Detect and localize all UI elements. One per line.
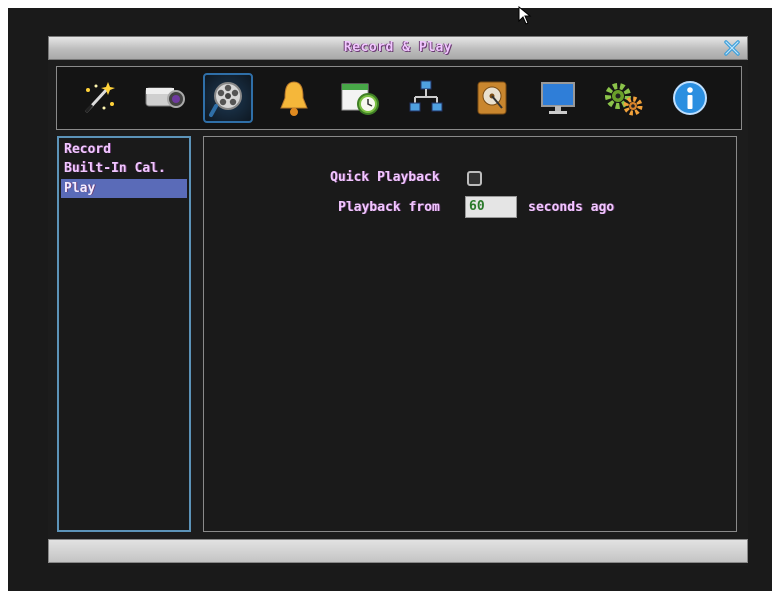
camera-icon xyxy=(145,87,185,108)
play-settings-panel: Quick Playback Playback from 60 seconds … xyxy=(203,136,737,532)
status-bar xyxy=(48,539,748,563)
info-icon xyxy=(673,81,707,115)
mouse-cursor-icon xyxy=(518,6,532,25)
toolbar-alarm-button[interactable] xyxy=(269,73,319,123)
window-title: Record & Play xyxy=(343,40,453,55)
toolbar-display-button[interactable] xyxy=(533,73,583,123)
settings-sidebar: Record Built-In Cal. Play xyxy=(57,136,191,532)
toolbar-schedule-button[interactable] xyxy=(335,73,385,123)
close-icon[interactable] xyxy=(723,39,741,57)
toolbar-settings-button[interactable] xyxy=(599,73,649,123)
settings-icon xyxy=(605,83,643,116)
title-bar: Record & Play xyxy=(48,36,748,60)
toolbar-wizard-button[interactable] xyxy=(73,73,123,123)
quick-playback-label: Quick Playback xyxy=(330,170,440,185)
record-play-window: Record & Play Record Built-In Cal. Play … xyxy=(48,36,748,566)
quick-playback-checkbox[interactable] xyxy=(467,171,482,186)
toolbar-info-button[interactable] xyxy=(665,73,715,123)
toolbar-record-play-button[interactable] xyxy=(203,73,253,123)
alarm-bell-icon xyxy=(280,81,308,116)
schedule-icon xyxy=(341,83,379,115)
toolbar-camera-button[interactable] xyxy=(139,73,189,123)
toolbar-network-button[interactable] xyxy=(401,73,451,123)
playback-seconds-input[interactable]: 60 xyxy=(465,196,517,218)
wizard-icon xyxy=(84,82,115,114)
network-icon xyxy=(409,80,443,112)
display-icon xyxy=(541,82,575,114)
record-play-icon xyxy=(209,82,242,117)
sidebar-item-record[interactable]: Record xyxy=(61,140,187,159)
sidebar-item-play[interactable]: Play xyxy=(61,179,187,198)
sidebar-item-built-in-cal[interactable]: Built-In Cal. xyxy=(61,159,187,178)
disk-icon xyxy=(477,81,507,115)
playback-from-label: Playback from xyxy=(338,200,440,215)
toolbar-disk-button[interactable] xyxy=(467,73,517,123)
seconds-ago-label: seconds ago xyxy=(528,200,615,215)
menu-toolbar xyxy=(56,66,742,130)
